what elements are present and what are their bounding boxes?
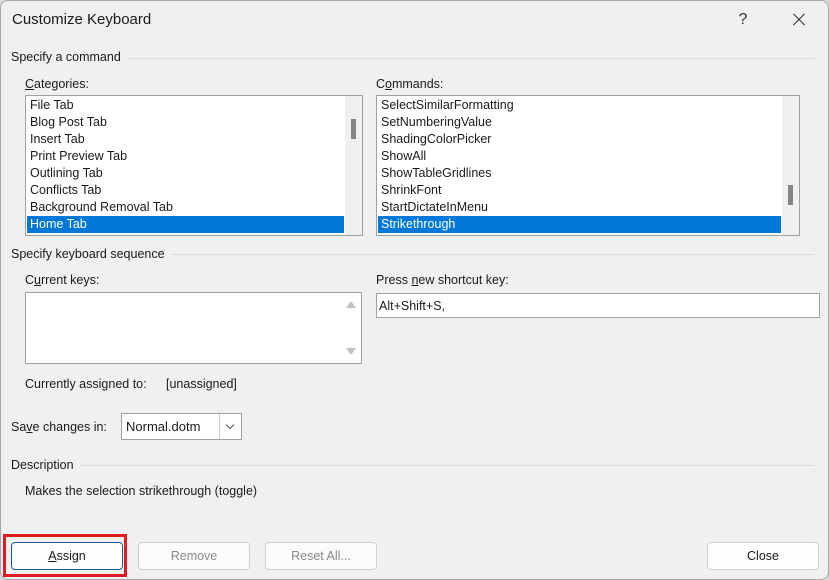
list-item[interactable]: SelectSimilarFormatting	[378, 97, 781, 114]
list-item[interactable]: Conflicts Tab	[27, 182, 344, 199]
accel-key: o	[385, 77, 392, 91]
scroll-up-arrow-icon[interactable]	[346, 301, 356, 308]
commands-items: SelectSimilarFormatting SetNumberingValue…	[378, 97, 781, 233]
list-item[interactable]: ShowTableGridlines	[378, 165, 781, 182]
commands-scrollbar[interactable]	[782, 96, 799, 235]
list-item[interactable]: Blog Post Tab	[27, 114, 344, 131]
divider	[11, 465, 814, 466]
list-item[interactable]: File Tab	[27, 97, 344, 114]
list-item[interactable]: ShrinkFont	[378, 182, 781, 199]
new-shortcut-input[interactable]	[376, 293, 820, 318]
close-icon[interactable]	[785, 7, 813, 33]
label-text: ategories:	[34, 77, 89, 91]
description-group-label: Description	[11, 458, 80, 472]
title-bar: Customize Keyboard ?	[1, 1, 828, 41]
chevron-down-icon	[225, 420, 235, 430]
currently-assigned-value: [unassigned]	[166, 377, 237, 391]
list-item[interactable]: Print Preview Tab	[27, 148, 344, 165]
accel-key: A	[48, 549, 57, 563]
specify-command-group-label: Specify a command	[11, 50, 127, 64]
label-text: mmands:	[391, 77, 444, 91]
accel-key: u	[34, 273, 41, 287]
list-item[interactable]: SetNumberingValue	[378, 114, 781, 131]
commands-listbox[interactable]: SelectSimilarFormatting SetNumberingValue…	[376, 95, 800, 236]
label-text: e changes in:	[32, 420, 107, 434]
label-text: Press	[376, 273, 412, 287]
customize-keyboard-dialog: Customize Keyboard ? Specify a command C…	[0, 0, 829, 580]
list-item[interactable]: Outlining Tab	[27, 165, 344, 182]
scroll-thumb[interactable]	[351, 119, 356, 139]
accel-key: C	[25, 77, 35, 91]
list-item[interactable]: Strikethrough	[378, 216, 781, 233]
list-item[interactable]: Home Tab	[27, 216, 344, 233]
scroll-down-arrow-icon[interactable]	[346, 348, 356, 355]
divider	[11, 58, 814, 59]
keyboard-sequence-group-label: Specify keyboard sequence	[11, 247, 171, 261]
current-keys-listbox[interactable]	[25, 292, 362, 364]
label-text: C	[376, 77, 386, 91]
current-keys-label: Current keys:	[25, 273, 99, 287]
categories-label: Categories:	[25, 77, 89, 91]
list-item[interactable]: Insert Tab	[27, 131, 344, 148]
remove-button[interactable]: Remove	[138, 542, 250, 570]
reset-all-button[interactable]: Reset All...	[265, 542, 377, 570]
label-text: ew shortcut key:	[418, 273, 509, 287]
dialog-title: Customize Keyboard	[12, 11, 152, 28]
assign-button[interactable]: Assign	[11, 542, 123, 570]
categories-listbox[interactable]: File Tab Blog Post Tab Insert Tab Print Pre…	[25, 95, 363, 236]
close-button[interactable]: Close	[707, 542, 819, 570]
list-item[interactable]: StartDictateInMenu	[378, 199, 781, 216]
label-text: rrent keys:	[40, 273, 100, 287]
categories-scrollbar[interactable]	[345, 96, 362, 235]
list-item[interactable]: Background Removal Tab	[27, 199, 344, 216]
save-changes-select[interactable]: Normal.dotm	[121, 413, 242, 440]
commands-label: Commands:	[376, 77, 443, 91]
new-shortcut-label: Press new shortcut key:	[376, 273, 509, 287]
currently-assigned-label: Currently assigned to:	[25, 377, 147, 391]
save-changes-value: Normal.dotm	[126, 419, 201, 434]
button-label: ssign	[56, 549, 86, 563]
label-text: Sa	[11, 420, 27, 434]
label-text: C	[25, 273, 35, 287]
current-keys-scrollbar[interactable]	[341, 293, 361, 363]
list-item[interactable]: ShadingColorPicker	[378, 131, 781, 148]
list-item[interactable]: ShowAll	[378, 148, 781, 165]
categories-items: File Tab Blog Post Tab Insert Tab Print Pre…	[27, 97, 344, 233]
help-button[interactable]: ?	[731, 7, 755, 33]
dropdown-button[interactable]	[219, 414, 241, 439]
description-text: Makes the selection strikethrough (toggl…	[25, 484, 258, 498]
save-changes-label: Save changes in:	[11, 420, 107, 434]
scroll-thumb[interactable]	[788, 185, 793, 205]
